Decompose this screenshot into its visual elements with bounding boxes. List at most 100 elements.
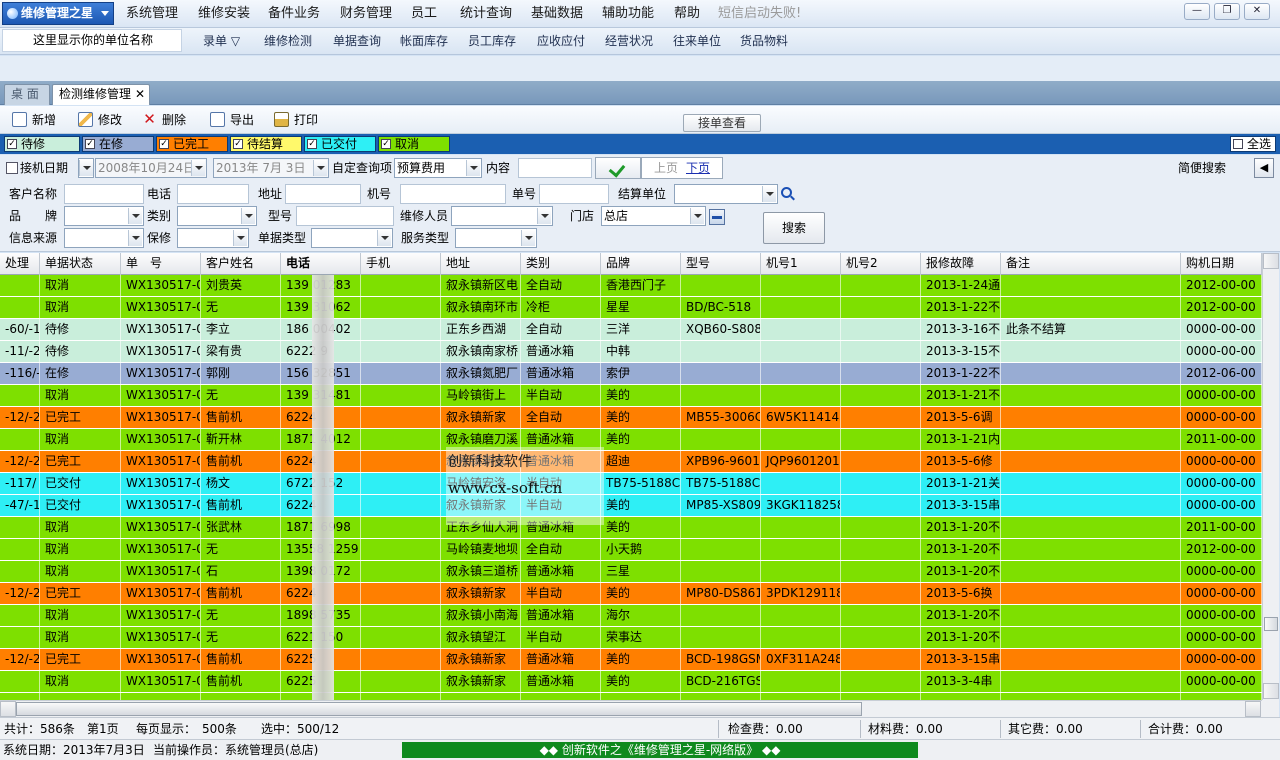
status-filter-item[interactable]: ✓ 取消 [378,136,450,152]
delete-button[interactable]: ✕ 删除 [140,110,186,130]
column-header[interactable]: 电话 [281,253,361,275]
column-header[interactable]: 机号1 [761,253,841,275]
column-header[interactable]: 类别 [521,253,601,275]
scroll-up-arrow[interactable] [1263,253,1279,269]
minimize-button[interactable]: — [1184,3,1210,20]
menu-item[interactable]: 辅助功能 [602,0,654,28]
brand-select[interactable] [64,206,144,226]
scan-view-button[interactable]: 接单查看 [683,114,761,132]
tab-close-icon[interactable]: ✕ [135,85,145,104]
status-filter-item[interactable]: ✓ 待修 [4,136,80,152]
address-input[interactable] [285,184,361,204]
confirm-check-button[interactable] [595,157,641,179]
settle-unit-select[interactable] [674,184,778,204]
table-row[interactable]: 取消 WX130517-0 石 1398 0172 叙永镇三道桥 普通冰箱 三星 2013-1… [0,561,1262,583]
table-row[interactable]: 取消 WX130517-0 无 1898 5735 叙永镇小南海 普通冰箱 海尔 2013-1… [0,605,1262,627]
edit-button[interactable]: 修改 [76,110,122,130]
quick-link[interactable]: 帐面库存 [400,28,448,55]
column-header[interactable]: 机号2 [841,253,921,275]
table-row[interactable]: 取消 WX130517-0 无 13558 1259 马岭镇麦地坝 全自动 小天鹅 2013-… [0,539,1262,561]
tab-desktop[interactable]: 桌 面 [4,84,50,105]
column-header[interactable]: 品牌 [601,253,681,275]
menu-item[interactable]: 统计查询 [460,0,512,28]
menu-item[interactable]: 维修安装 [198,0,250,28]
scroll-left-arrow[interactable] [0,701,16,717]
phone-input[interactable] [177,184,249,204]
table-row[interactable]: 取消WX130517-0无6221 150叙永镇望江半自动荣事达2013-1-2… [0,627,1262,649]
table-row[interactable]: -47/-1 已交付 WX130517-0 售前机 6224 叙永镇新家 半自动 美的 MP8… [0,495,1262,517]
custom-query-select[interactable]: 预算费用 [394,158,482,178]
quick-link[interactable]: 货品物料 [740,28,788,55]
search-button[interactable]: 搜索 [763,212,825,244]
date-from-picker[interactable]: 2008年10月24日 [95,158,207,178]
scroll-down-arrow[interactable] [1263,683,1279,699]
app-logo-menu[interactable]: 维修管理之星 [2,2,114,25]
tab-repair-management[interactable]: 检测维修管理 ✕ [52,84,150,105]
collapse-panel-button[interactable]: ◀ [1254,158,1274,178]
next-page-link[interactable]: 下页 [686,159,710,177]
column-header[interactable]: 地址 [441,253,521,275]
quick-link[interactable]: 录单 ▽ [203,28,240,55]
scroll-right-arrow[interactable] [1245,701,1261,717]
menu-item[interactable]: 系统管理 [126,0,178,28]
restore-button[interactable]: ❐ [1214,3,1240,20]
info-source-select[interactable] [64,228,144,248]
column-header[interactable]: 单据状态 [40,253,121,275]
table-row[interactable]: -116/-在修WX130517-0郭刚156 32851叙永镇氮肥厂普通冰箱索… [0,363,1262,385]
column-header[interactable]: 备注 [1001,253,1181,275]
table-row[interactable]: -11/-2 待修 WX130517-0 梁有贵 6222 9 叙永镇南家桥 普通冰箱 中韩 2… [0,341,1262,363]
search-icon[interactable] [781,187,792,198]
table-row[interactable]: -12/-2 已完工 WX130517-0 售前机 6224 叙永镇新家 全自动 美的 MB5… [0,407,1262,429]
table-row[interactable] [0,693,1262,700]
service-type-select[interactable] [455,228,537,248]
prev-page-link[interactable]: 上页 [654,159,678,177]
column-header[interactable]: 单 号 [121,253,201,275]
date-to-picker[interactable]: 2013年 7月 3日 [213,158,329,178]
table-row[interactable]: 取消WX130517-0刘贵英139 01283叙永镇新区电全自动香港西门子20… [0,275,1262,297]
select-all-checkbox[interactable]: 全选 [1230,136,1276,152]
quick-link[interactable]: 往来单位 [673,28,721,55]
content-input[interactable] [518,158,592,178]
menu-item[interactable]: 基础数据 [531,0,583,28]
status-filter-item[interactable]: ✓ 在修 [82,136,154,152]
status-filter-item[interactable]: ✓ 待结算 [230,136,302,152]
print-button[interactable]: 打印 [272,110,318,130]
export-button[interactable]: 导出 [208,110,254,130]
quick-link[interactable]: 单据查询 [333,28,381,55]
column-header[interactable]: 手机 [361,253,441,275]
store-clear-button[interactable] [709,209,725,225]
repair-staff-select[interactable] [451,206,553,226]
received-date-checkbox[interactable]: 接机日期 [4,158,68,178]
new-button[interactable]: 新增 [10,110,56,130]
status-filter-item[interactable]: ✓ 已交付 [304,136,376,152]
menu-item[interactable]: 员工 [411,0,437,28]
table-row[interactable]: -60/-1待修WX130517-0李立186 00402正东乡西湖全自动三洋X… [0,319,1262,341]
table-row[interactable]: 取消WX130517-0无139 31062叙永镇南环市冷柜星星BD/BC-51… [0,297,1262,319]
vertical-scrollbar[interactable] [1262,253,1279,700]
menu-item[interactable]: 财务管理 [340,0,392,28]
quick-link[interactable]: 应收应付 [537,28,585,55]
column-header[interactable]: 型号 [681,253,761,275]
table-row[interactable]: 取消 WX130517-0 靳开林 1871 4012 叙永镇磨刀溪 普通冰箱 美的 2013… [0,429,1262,451]
column-header[interactable]: 处理 [0,253,40,275]
customer-name-input[interactable] [64,184,144,204]
column-header[interactable]: 购机日期 [1181,253,1262,275]
status-filter-item[interactable]: ✓ 已完工 [156,136,228,152]
quick-link[interactable]: 员工库存 [468,28,516,55]
model-input[interactable] [296,206,394,226]
table-row[interactable]: -12/-2 已完工 WX130517-0 售前机 6224 叙永镇新家 半自动 美的 MP8… [0,583,1262,605]
scroll-thumb[interactable] [1264,617,1278,631]
quick-link[interactable]: 经营状况 [605,28,653,55]
column-header[interactable]: 报修故障 [921,253,1001,275]
quick-link[interactable]: 维修检测 [264,28,312,55]
table-row[interactable]: -12/-2 已完工 WX130517-0 售前机 6224 叙永镇新家 普通冰箱 超迪 XP… [0,451,1262,473]
table-row[interactable]: -12/-2 已完工 WX130517-0 售前机 6225 叙永镇新家 普通冰箱 美的 BC… [0,649,1262,671]
table-row[interactable]: 取消WX130517-0无139 31481马岭镇街上半自动美的2013-1-2… [0,385,1262,407]
menu-item[interactable]: 帮助 [674,0,700,28]
menu-item[interactable]: 备件业务 [268,0,320,28]
warranty-select[interactable] [177,228,249,248]
table-row[interactable]: 取消 WX130517-0 张武林 1871 6998 正东乡仙人洞 普通冰箱 美的 2013… [0,517,1262,539]
category-select[interactable] [177,206,257,226]
doc-type-select[interactable] [311,228,393,248]
order-no-input[interactable] [539,184,609,204]
